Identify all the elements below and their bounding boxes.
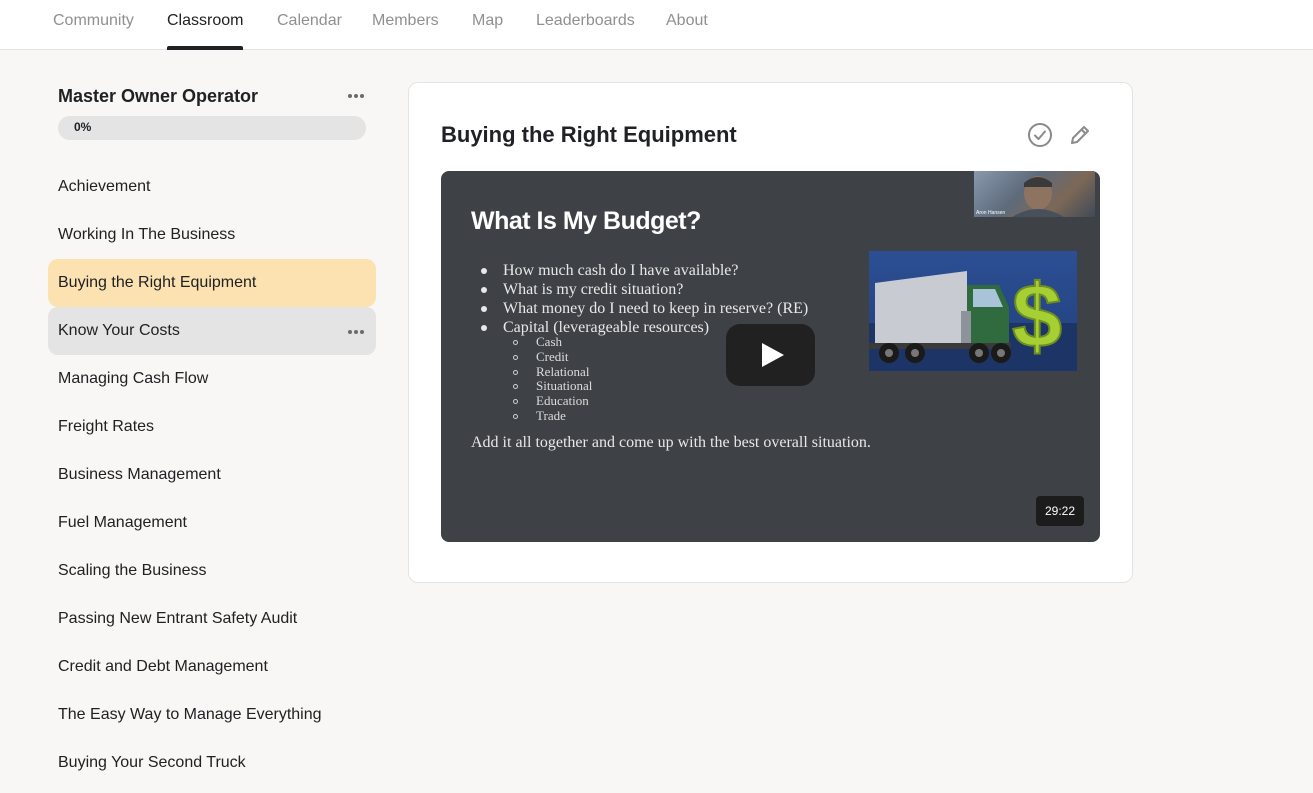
lesson-achievement[interactable]: Achievement <box>48 163 376 211</box>
tab-map[interactable]: Map <box>472 0 503 50</box>
play-button[interactable] <box>726 324 815 386</box>
slide-sub-bullet: Situational <box>513 379 592 394</box>
presenter-name: Aron Hansen <box>976 210 1006 216</box>
tab-members[interactable]: Members <box>372 0 439 50</box>
slide-bullet: What is my credit situation? <box>481 280 808 299</box>
lesson-know-your-costs[interactable]: Know Your Costs <box>48 307 376 355</box>
truck-dollar-image: $ <box>869 251 1077 371</box>
lesson-scaling-the-business[interactable]: Scaling the Business <box>48 547 376 595</box>
lesson-freight-rates[interactable]: Freight Rates <box>48 403 376 451</box>
tab-about[interactable]: About <box>666 0 708 50</box>
slide-sub-bullet: Trade <box>513 408 592 424</box>
tab-community[interactable]: Community <box>53 0 134 50</box>
check-circle-icon[interactable] <box>1026 121 1054 149</box>
lesson-working-in-the-business[interactable]: Working In The Business <box>48 211 376 259</box>
lesson-options-icon[interactable] <box>347 329 365 335</box>
video-duration: 29:22 <box>1036 496 1084 526</box>
lesson-buying-your-second-truck[interactable]: Buying Your Second Truck <box>48 739 376 787</box>
lesson-label: Know Your Costs <box>58 322 180 339</box>
lesson-buying-the-right-equipment[interactable]: Buying the Right Equipment <box>48 259 376 307</box>
pencil-icon[interactable] <box>1066 121 1094 149</box>
svg-text:$: $ <box>1012 267 1062 367</box>
course-progress-bar: 0% <box>58 116 366 140</box>
course-title: Master Owner Operator <box>58 86 259 106</box>
presenter-webcam: Aron Hansen <box>974 171 1095 217</box>
slide-title: What Is My Budget? <box>471 207 701 235</box>
lesson-managing-cash-flow[interactable]: Managing Cash Flow <box>48 355 376 403</box>
top-navigation: Community Classroom Calendar Members Map… <box>0 0 1313 50</box>
lesson-title: Buying the Right Equipment <box>441 122 737 147</box>
slide-sub-bullet: Relational <box>513 364 592 380</box>
tab-calendar[interactable]: Calendar <box>277 0 342 50</box>
course-options-icon[interactable] <box>347 93 365 99</box>
tab-leaderboards[interactable]: Leaderboards <box>536 0 635 50</box>
course-progress-label: 0% <box>74 120 92 134</box>
lesson-the-easy-way-to-manage-everything[interactable]: The Easy Way to Manage Everything <box>48 691 376 739</box>
slide-sub-bullet: Cash <box>513 334 592 350</box>
slide-summary: Add it all together and come up with the… <box>471 434 871 451</box>
video-player[interactable]: What Is My Budget? How much cash do I ha… <box>441 171 1100 542</box>
slide-sub-bullets: Cash Credit Relational Situational Educa… <box>513 334 592 424</box>
lesson-business-management[interactable]: Business Management <box>48 451 376 499</box>
lesson-card: Buying the Right Equipment What Is My Bu… <box>408 82 1133 583</box>
tab-classroom[interactable]: Classroom <box>167 0 244 50</box>
slide-bullet: What money do I need to keep in reserve?… <box>481 299 808 318</box>
lesson-passing-new-entrant-safety-audit[interactable]: Passing New Entrant Safety Audit <box>48 595 376 643</box>
lesson-fuel-management[interactable]: Fuel Management <box>48 499 376 547</box>
lesson-credit-and-debt-management[interactable]: Credit and Debt Management <box>48 643 376 691</box>
slide-bullet: How much cash do I have available? <box>481 261 808 280</box>
slide-sub-bullet: Credit <box>513 349 592 365</box>
slide-sub-bullet: Education <box>513 393 592 409</box>
